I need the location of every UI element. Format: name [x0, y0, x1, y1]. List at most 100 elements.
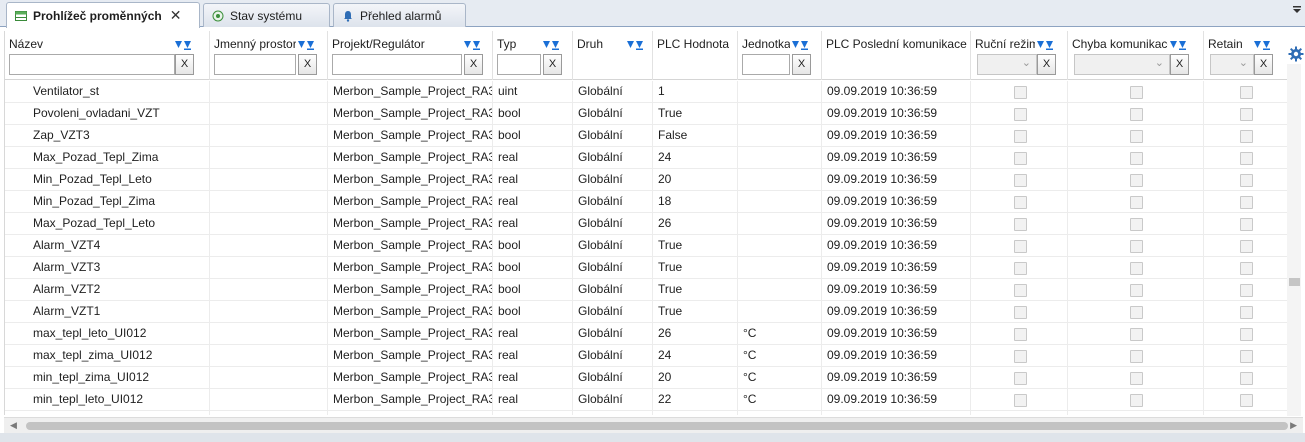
table-row[interactable]: Alarm_VZT3 Merbon_Sample_Project_RA3 bool G…	[5, 257, 1287, 279]
sort-filter-icon[interactable]	[1254, 39, 1270, 50]
horizontal-scroll-thumb[interactable]	[26, 422, 1288, 430]
manual-checkbox[interactable]	[1014, 394, 1027, 407]
retain-checkbox[interactable]	[1240, 108, 1253, 121]
retain-checkbox[interactable]	[1240, 284, 1253, 297]
manual-checkbox[interactable]	[1014, 196, 1027, 209]
sort-filter-icon[interactable]	[175, 39, 191, 50]
commerr-checkbox[interactable]	[1130, 218, 1143, 231]
manual-checkbox[interactable]	[1014, 350, 1027, 363]
clear-filter-button[interactable]: X	[543, 54, 562, 75]
manual-checkbox[interactable]	[1014, 284, 1027, 297]
tab-close-icon[interactable]: ✕	[170, 7, 182, 24]
retain-checkbox[interactable]	[1240, 152, 1253, 165]
sort-filter-icon[interactable]	[543, 39, 559, 50]
clear-filter-button[interactable]: X	[298, 54, 317, 75]
table-row[interactable]: Min_Pozad_Tepl_Leto Merbon_Sample_Project…	[5, 169, 1287, 191]
column-title[interactable]: Retain	[1208, 37, 1243, 51]
column-title[interactable]: Ruční režim	[975, 37, 1035, 51]
retain-checkbox[interactable]	[1240, 394, 1253, 407]
manual-checkbox[interactable]	[1014, 306, 1027, 319]
clear-filter-button[interactable]: X	[792, 54, 811, 75]
manual-checkbox[interactable]	[1014, 86, 1027, 99]
table-row[interactable]: max_tepl_zima_UI012 Merbon_Sample_Project…	[5, 345, 1287, 367]
scroll-right-arrow-icon[interactable]: ▶	[1290, 420, 1297, 431]
manual-checkbox[interactable]	[1014, 108, 1027, 121]
retain-checkbox[interactable]	[1240, 372, 1253, 385]
column-title[interactable]: PLC Hodnota	[657, 37, 729, 51]
filter-combo-manual[interactable]	[977, 54, 1037, 75]
retain-checkbox[interactable]	[1240, 174, 1253, 187]
filter-input-unit[interactable]	[742, 54, 790, 75]
commerr-checkbox[interactable]	[1130, 328, 1143, 341]
table-row[interactable]: Max_Pozad_Tepl_Leto Merbon_Sample_Project…	[5, 213, 1287, 235]
table-row[interactable]: Max_Pozad_Tepl_Zima Merbon_Sample_Project…	[5, 147, 1287, 169]
table-row[interactable]: min_tepl_leto_UI012 Merbon_Sample_Project…	[5, 389, 1287, 411]
sort-filter-icon[interactable]	[298, 39, 314, 50]
filter-input-project[interactable]	[332, 54, 462, 75]
commerr-checkbox[interactable]	[1130, 108, 1143, 121]
table-row[interactable]: Zap_VZT3 Merbon_Sample_Project_RA3 bool Glo…	[5, 125, 1287, 147]
retain-checkbox[interactable]	[1240, 196, 1253, 209]
commerr-checkbox[interactable]	[1130, 152, 1143, 165]
vertical-scroll-thumb[interactable]	[1289, 278, 1300, 286]
manual-checkbox[interactable]	[1014, 328, 1027, 341]
commerr-checkbox[interactable]	[1130, 130, 1143, 143]
sort-filter-icon[interactable]	[792, 39, 808, 50]
retain-checkbox[interactable]	[1240, 240, 1253, 253]
table-row[interactable]: Povoleni_ovladani_VZT Merbon_Sample_Proje…	[5, 103, 1287, 125]
manual-checkbox[interactable]	[1014, 152, 1027, 165]
commerr-checkbox[interactable]	[1130, 86, 1143, 99]
commerr-checkbox[interactable]	[1130, 262, 1143, 275]
table-row[interactable]: Alarm_VZT4 Merbon_Sample_Project_RA3 bool G…	[5, 235, 1287, 257]
column-title[interactable]: Jmenný prostor	[214, 37, 296, 51]
table-row[interactable]: max_tepl_leto_UI012 Merbon_Sample_Project…	[5, 323, 1287, 345]
commerr-checkbox[interactable]	[1130, 350, 1143, 363]
clear-filter-button[interactable]: X	[1170, 54, 1189, 75]
commerr-checkbox[interactable]	[1130, 306, 1143, 319]
manual-checkbox[interactable]	[1014, 218, 1027, 231]
column-title[interactable]: Chyba komunikace	[1072, 37, 1168, 51]
clear-filter-button[interactable]: X	[1254, 54, 1273, 75]
column-title[interactable]: Typ	[497, 37, 516, 51]
commerr-checkbox[interactable]	[1130, 284, 1143, 297]
filter-input-type[interactable]	[497, 54, 541, 75]
retain-checkbox[interactable]	[1240, 218, 1253, 231]
commerr-checkbox[interactable]	[1130, 394, 1143, 407]
commerr-checkbox[interactable]	[1130, 240, 1143, 253]
column-settings-gear-icon[interactable]	[1287, 45, 1305, 63]
retain-checkbox[interactable]	[1240, 306, 1253, 319]
manual-checkbox[interactable]	[1014, 240, 1027, 253]
tab-list-dropdown-icon[interactable]	[1292, 5, 1302, 15]
sort-filter-icon[interactable]	[1170, 39, 1186, 50]
column-title[interactable]: Druh	[577, 37, 603, 51]
clear-filter-button[interactable]: X	[464, 54, 483, 75]
horizontal-scrollbar[interactable]: ◀ ▶	[4, 417, 1303, 433]
commerr-checkbox[interactable]	[1130, 174, 1143, 187]
clear-filter-button[interactable]: X	[175, 54, 194, 75]
tab-system-status[interactable]: Stav systému	[203, 3, 330, 27]
filter-input-name[interactable]	[9, 54, 175, 75]
commerr-checkbox[interactable]	[1130, 196, 1143, 209]
column-title[interactable]: PLC Poslední komunikace	[826, 37, 967, 51]
manual-checkbox[interactable]	[1014, 130, 1027, 143]
table-row[interactable]: Alarm_VZT2 Merbon_Sample_Project_RA3 bool G…	[5, 279, 1287, 301]
table-row[interactable]: Ventilator_st Merbon_Sample_Project_RA3 ui…	[5, 81, 1287, 103]
table-row[interactable]: min_tepl_zima_UI012 Merbon_Sample_Project…	[5, 367, 1287, 389]
sort-filter-icon[interactable]	[1037, 39, 1053, 50]
retain-checkbox[interactable]	[1240, 350, 1253, 363]
sort-filter-icon[interactable]	[627, 39, 643, 50]
table-row[interactable]: Alarm_VZT1 Merbon_Sample_Project_RA3 bool G…	[5, 301, 1287, 323]
table-row[interactable]	[5, 411, 1287, 415]
tab-alarm-overview[interactable]: Přehled alarmů	[333, 3, 466, 27]
column-title[interactable]: Projekt/Regulátor	[332, 37, 425, 51]
manual-checkbox[interactable]	[1014, 174, 1027, 187]
retain-checkbox[interactable]	[1240, 130, 1253, 143]
retain-checkbox[interactable]	[1240, 86, 1253, 99]
filter-combo-commerr[interactable]	[1074, 54, 1170, 75]
sort-filter-icon[interactable]	[464, 39, 480, 50]
commerr-checkbox[interactable]	[1130, 372, 1143, 385]
vertical-scrollbar[interactable]	[1287, 64, 1301, 416]
filter-combo-retain[interactable]	[1210, 54, 1254, 75]
column-title[interactable]: Název	[9, 37, 43, 51]
retain-checkbox[interactable]	[1240, 262, 1253, 275]
